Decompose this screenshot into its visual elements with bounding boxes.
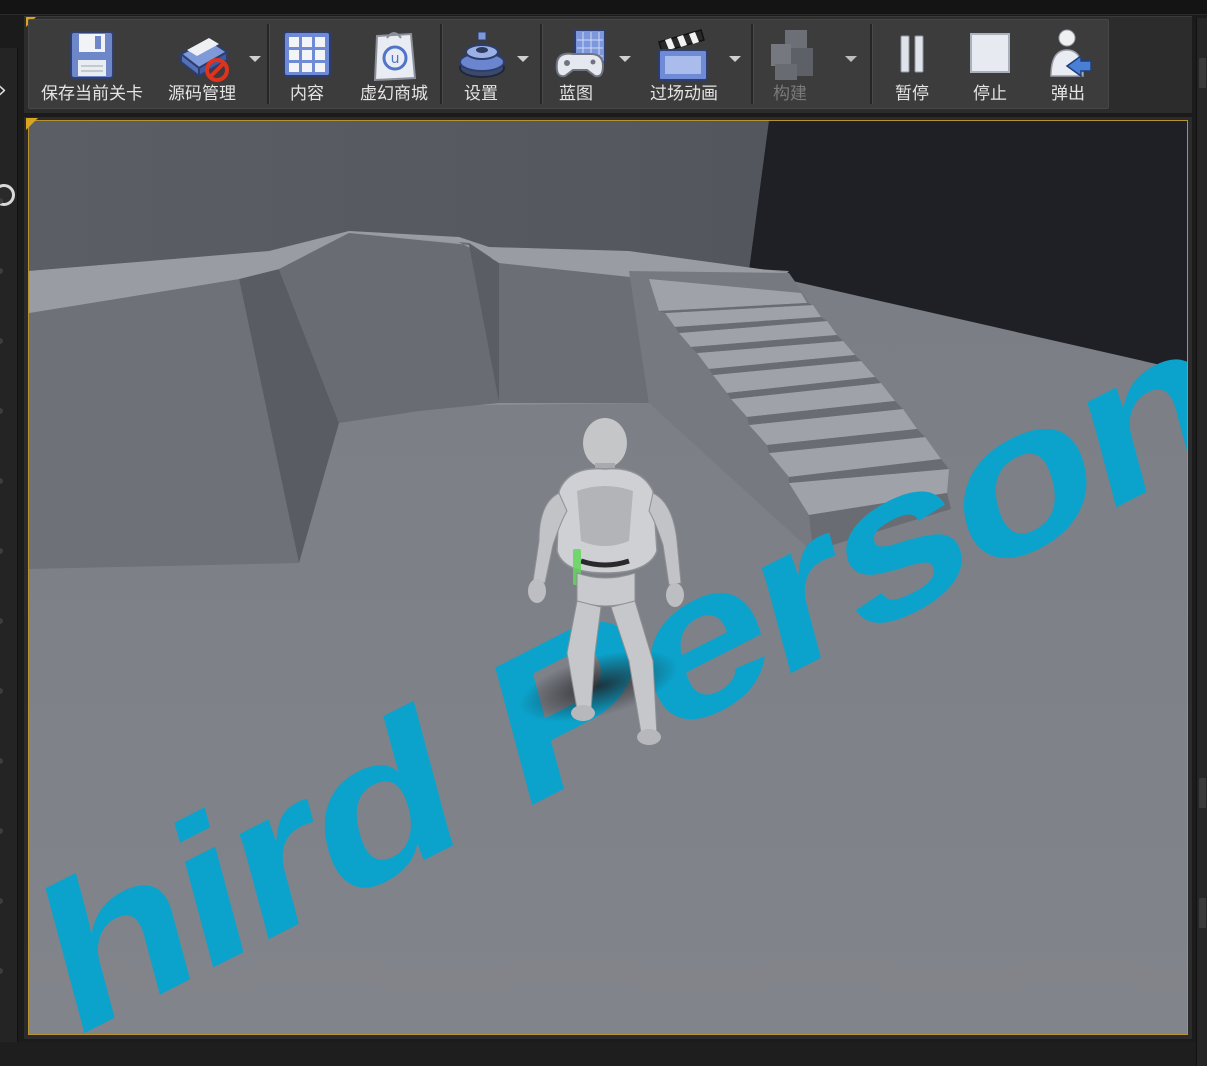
blueprints-label: 蓝图 (559, 84, 593, 104)
gear-icon (459, 31, 505, 78)
platform-right-face (499, 263, 649, 403)
panel-ridge (1199, 898, 1206, 928)
panel-dot (0, 548, 3, 554)
toolbar-separator (267, 24, 270, 104)
panel-ridge (1199, 778, 1206, 808)
chevron-down-icon[interactable] (729, 56, 741, 62)
svg-text:u: u (391, 51, 400, 67)
build-label: 构建 (773, 84, 807, 104)
expand-arrow-icon[interactable]: › (0, 80, 7, 102)
level-editor-toolbar: 保存当前关卡 源码管理 内容 u 虚幻商城 设置 蓝图 过场动画 构建 暂停 停… (28, 19, 1109, 109)
bottom-strip (0, 1042, 1196, 1066)
panel-dot (0, 618, 3, 624)
clapperboard-icon (658, 29, 708, 81)
toolbar-separator (870, 24, 873, 104)
panel-dot (0, 688, 3, 694)
source-control-button[interactable]: 源码管理 (153, 20, 265, 108)
build-button[interactable]: 构建 (757, 20, 867, 108)
marketplace-label: 虚幻商城 (360, 84, 428, 104)
marketplace-button[interactable]: u 虚幻商城 (351, 20, 437, 108)
panel-dot (0, 758, 3, 764)
chevron-down-icon[interactable] (517, 56, 529, 62)
eject-person-icon (1050, 29, 1092, 78)
pause-label: 暂停 (895, 84, 929, 104)
left-side-panel: › (0, 48, 18, 1048)
save-current-level-button[interactable]: 保存当前关卡 (33, 20, 151, 108)
content-label: 内容 (290, 84, 324, 104)
stop-icon (970, 33, 1010, 73)
source-control-label: 源码管理 (168, 84, 236, 104)
chevron-down-icon[interactable] (249, 56, 261, 62)
save-current-level-label: 保存当前关卡 (41, 84, 143, 104)
pause-icon (900, 35, 924, 73)
viewport-scene: hird Person (29, 121, 1187, 1034)
panel-dot (0, 268, 3, 274)
panel-dot (0, 968, 3, 974)
toolbar-separator (540, 24, 543, 104)
chevron-down-icon[interactable] (845, 56, 857, 62)
eject-button[interactable]: 弹出 (1033, 20, 1103, 108)
marketplace-bag-icon: u (373, 32, 417, 82)
blueprints-button[interactable]: 蓝图 (547, 20, 637, 108)
settings-label: 设置 (464, 84, 498, 104)
build-blocks-icon (771, 30, 813, 80)
stop-label: 停止 (973, 84, 1007, 104)
panel-dot (0, 898, 3, 904)
right-side-panel (1196, 18, 1207, 1066)
panel-dot (0, 408, 3, 414)
floppy-disk-icon (70, 31, 114, 79)
level-viewport[interactable]: hird Person (28, 120, 1188, 1035)
stop-button[interactable]: 停止 (955, 20, 1025, 108)
pause-button[interactable]: 暂停 (877, 20, 947, 108)
window-top-strip (0, 0, 1207, 15)
cinematics-button[interactable]: 过场动画 (641, 20, 747, 108)
content-button[interactable]: 内容 (273, 20, 341, 108)
blueprint-gamepad-icon (555, 29, 606, 78)
panel-dot (0, 338, 3, 344)
viewport-corner-marker (26, 118, 38, 130)
settings-button[interactable]: 设置 (449, 20, 539, 108)
chevron-down-icon[interactable] (619, 56, 631, 62)
panel-dot (0, 828, 3, 834)
panel-ridge (1199, 58, 1206, 88)
cinematics-label: 过场动画 (650, 84, 718, 104)
eject-label: 弹出 (1051, 84, 1085, 104)
content-browser-icon (283, 31, 331, 77)
toolbar-separator (440, 24, 443, 104)
source-control-icon (179, 38, 229, 82)
panel-dot (0, 478, 3, 484)
